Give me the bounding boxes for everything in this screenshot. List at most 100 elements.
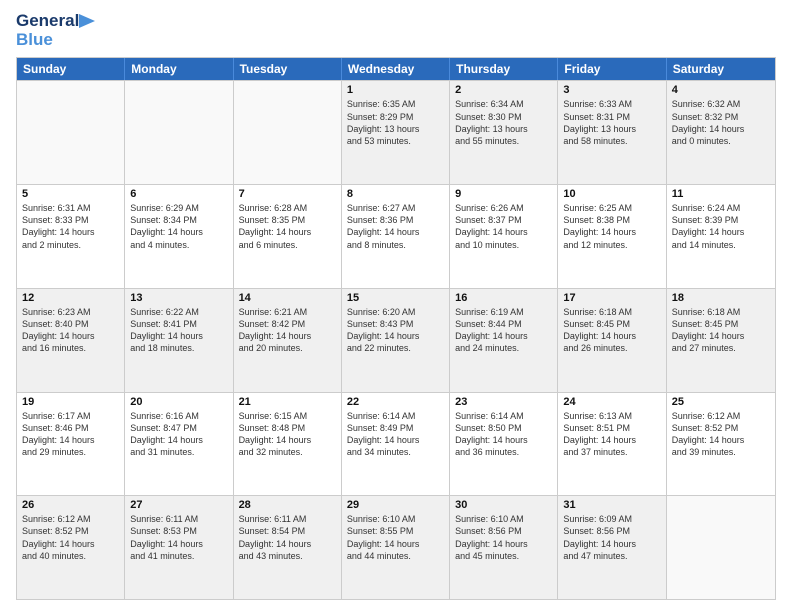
header: General Blue: [16, 12, 776, 49]
day-info: Sunrise: 6:22 AMSunset: 8:41 PMDaylight:…: [130, 306, 227, 355]
day-number: 31: [563, 499, 660, 511]
header-day-friday: Friday: [558, 58, 666, 80]
day-info: Sunrise: 6:32 AMSunset: 8:32 PMDaylight:…: [672, 98, 770, 147]
day-info: Sunrise: 6:12 AMSunset: 8:52 PMDaylight:…: [22, 513, 119, 562]
day-number: 9: [455, 188, 552, 200]
cal-cell-1-4: 9 Sunrise: 6:26 AMSunset: 8:37 PMDaylight…: [450, 185, 558, 288]
day-number: 21: [239, 396, 336, 408]
day-number: 26: [22, 499, 119, 511]
day-number: 19: [22, 396, 119, 408]
day-info: Sunrise: 6:15 AMSunset: 8:48 PMDaylight:…: [239, 410, 336, 459]
calendar-row-0: 1Sunrise: 6:35 AMSunset: 8:29 PMDaylight…: [17, 80, 775, 184]
day-info: Sunrise: 6:28 AMSunset: 8:35 PMDaylight:…: [239, 202, 336, 251]
day-number: 17: [563, 292, 660, 304]
day-info: Sunrise: 6:11 AMSunset: 8:53 PMDaylight:…: [130, 513, 227, 562]
day-info: Sunrise: 6:09 AMSunset: 8:56 PMDaylight:…: [563, 513, 660, 562]
calendar-row-1: 5 Sunrise: 6:31 AMSunset: 8:33 PMDaylight…: [17, 184, 775, 288]
cal-cell-2-3: 15Sunrise: 6:20 AMSunset: 8:43 PMDayligh…: [342, 289, 450, 392]
logo-general: General: [16, 12, 79, 31]
day-info: Sunrise: 6:13 AMSunset: 8:51 PMDaylight:…: [563, 410, 660, 459]
cal-cell-3-1: 20 Sunrise: 6:16 AMSunset: 8:47 PMDayligh…: [125, 393, 233, 496]
day-number: 25: [672, 396, 770, 408]
cal-cell-4-5: 31 Sunrise: 6:09 AMSunset: 8:56 PMDayligh…: [558, 496, 666, 599]
day-number: 30: [455, 499, 552, 511]
day-info: Sunrise: 6:27 AMSunset: 8:36 PMDaylight:…: [347, 202, 444, 251]
cal-cell-0-3: 1Sunrise: 6:35 AMSunset: 8:29 PMDaylight…: [342, 81, 450, 184]
cal-cell-0-1: [125, 81, 233, 184]
cal-cell-3-0: 19 Sunrise: 6:17 AMSunset: 8:46 PMDayligh…: [17, 393, 125, 496]
cal-cell-3-2: 21 Sunrise: 6:15 AMSunset: 8:48 PMDayligh…: [234, 393, 342, 496]
day-info: Sunrise: 6:24 AMSunset: 8:39 PMDaylight:…: [672, 202, 770, 251]
day-info: Sunrise: 6:14 AMSunset: 8:50 PMDaylight:…: [455, 410, 552, 459]
logo-blue: Blue: [16, 30, 53, 49]
cal-cell-0-6: 4 Sunrise: 6:32 AMSunset: 8:32 PMDaylight…: [667, 81, 775, 184]
cal-cell-0-2: [234, 81, 342, 184]
cal-cell-2-0: 12Sunrise: 6:23 AMSunset: 8:40 PMDayligh…: [17, 289, 125, 392]
cal-cell-2-1: 13 Sunrise: 6:22 AMSunset: 8:41 PMDayligh…: [125, 289, 233, 392]
day-number: 29: [347, 499, 444, 511]
cal-cell-3-3: 22 Sunrise: 6:14 AMSunset: 8:49 PMDayligh…: [342, 393, 450, 496]
day-info: Sunrise: 6:10 AMSunset: 8:55 PMDaylight:…: [347, 513, 444, 562]
calendar-row-3: 19 Sunrise: 6:17 AMSunset: 8:46 PMDayligh…: [17, 392, 775, 496]
cal-cell-3-4: 23 Sunrise: 6:14 AMSunset: 8:50 PMDayligh…: [450, 393, 558, 496]
day-info: Sunrise: 6:26 AMSunset: 8:37 PMDaylight:…: [455, 202, 552, 251]
cal-cell-1-1: 6 Sunrise: 6:29 AMSunset: 8:34 PMDaylight…: [125, 185, 233, 288]
page: General Blue SundayMondayTuesdayWednesda…: [0, 0, 792, 612]
logo-icon: [79, 14, 101, 28]
day-number: 3: [563, 84, 660, 96]
header-day-tuesday: Tuesday: [234, 58, 342, 80]
cal-cell-1-0: 5 Sunrise: 6:31 AMSunset: 8:33 PMDaylight…: [17, 185, 125, 288]
day-number: 4: [672, 84, 770, 96]
day-number: 7: [239, 188, 336, 200]
day-info: Sunrise: 6:29 AMSunset: 8:34 PMDaylight:…: [130, 202, 227, 251]
day-number: 14: [239, 292, 336, 304]
day-number: 23: [455, 396, 552, 408]
day-number: 20: [130, 396, 227, 408]
header-day-sunday: Sunday: [17, 58, 125, 80]
cal-cell-2-4: 16 Sunrise: 6:19 AMSunset: 8:44 PMDayligh…: [450, 289, 558, 392]
header-day-wednesday: Wednesday: [342, 58, 450, 80]
day-number: 10: [563, 188, 660, 200]
calendar-row-4: 26 Sunrise: 6:12 AMSunset: 8:52 PMDayligh…: [17, 495, 775, 599]
day-number: 27: [130, 499, 227, 511]
day-number: 18: [672, 292, 770, 304]
day-info: Sunrise: 6:10 AMSunset: 8:56 PMDaylight:…: [455, 513, 552, 562]
cal-cell-4-1: 27 Sunrise: 6:11 AMSunset: 8:53 PMDayligh…: [125, 496, 233, 599]
day-number: 12: [22, 292, 119, 304]
day-info: Sunrise: 6:33 AMSunset: 8:31 PMDaylight:…: [563, 98, 660, 147]
day-info: Sunrise: 6:14 AMSunset: 8:49 PMDaylight:…: [347, 410, 444, 459]
day-number: 22: [347, 396, 444, 408]
cal-cell-0-0: [17, 81, 125, 184]
cal-cell-3-5: 24 Sunrise: 6:13 AMSunset: 8:51 PMDayligh…: [558, 393, 666, 496]
header-day-monday: Monday: [125, 58, 233, 80]
calendar-row-2: 12Sunrise: 6:23 AMSunset: 8:40 PMDayligh…: [17, 288, 775, 392]
day-info: Sunrise: 6:21 AMSunset: 8:42 PMDaylight:…: [239, 306, 336, 355]
day-info: Sunrise: 6:12 AMSunset: 8:52 PMDaylight:…: [672, 410, 770, 459]
cal-cell-4-4: 30 Sunrise: 6:10 AMSunset: 8:56 PMDayligh…: [450, 496, 558, 599]
cal-cell-0-5: 3 Sunrise: 6:33 AMSunset: 8:31 PMDaylight…: [558, 81, 666, 184]
cal-cell-2-6: 18Sunrise: 6:18 AMSunset: 8:45 PMDayligh…: [667, 289, 775, 392]
day-number: 1: [347, 84, 444, 96]
cal-cell-1-3: 8 Sunrise: 6:27 AMSunset: 8:36 PMDaylight…: [342, 185, 450, 288]
day-number: 6: [130, 188, 227, 200]
header-day-saturday: Saturday: [667, 58, 775, 80]
day-info: Sunrise: 6:31 AMSunset: 8:33 PMDaylight:…: [22, 202, 119, 251]
day-number: 13: [130, 292, 227, 304]
day-number: 16: [455, 292, 552, 304]
day-number: 8: [347, 188, 444, 200]
cal-cell-1-5: 10 Sunrise: 6:25 AMSunset: 8:38 PMDayligh…: [558, 185, 666, 288]
day-number: 5: [22, 188, 119, 200]
day-info: Sunrise: 6:18 AMSunset: 8:45 PMDaylight:…: [563, 306, 660, 355]
day-info: Sunrise: 6:19 AMSunset: 8:44 PMDaylight:…: [455, 306, 552, 355]
day-info: Sunrise: 6:11 AMSunset: 8:54 PMDaylight:…: [239, 513, 336, 562]
day-number: 24: [563, 396, 660, 408]
cal-cell-4-6: [667, 496, 775, 599]
day-info: Sunrise: 6:25 AMSunset: 8:38 PMDaylight:…: [563, 202, 660, 251]
day-info: Sunrise: 6:16 AMSunset: 8:47 PMDaylight:…: [130, 410, 227, 459]
calendar: SundayMondayTuesdayWednesdayThursdayFrid…: [16, 57, 776, 600]
cal-cell-2-5: 17 Sunrise: 6:18 AMSunset: 8:45 PMDayligh…: [558, 289, 666, 392]
cal-cell-3-6: 25 Sunrise: 6:12 AMSunset: 8:52 PMDayligh…: [667, 393, 775, 496]
cal-cell-1-2: 7 Sunrise: 6:28 AMSunset: 8:35 PMDaylight…: [234, 185, 342, 288]
day-info: Sunrise: 6:17 AMSunset: 8:46 PMDaylight:…: [22, 410, 119, 459]
cal-cell-2-2: 14 Sunrise: 6:21 AMSunset: 8:42 PMDayligh…: [234, 289, 342, 392]
